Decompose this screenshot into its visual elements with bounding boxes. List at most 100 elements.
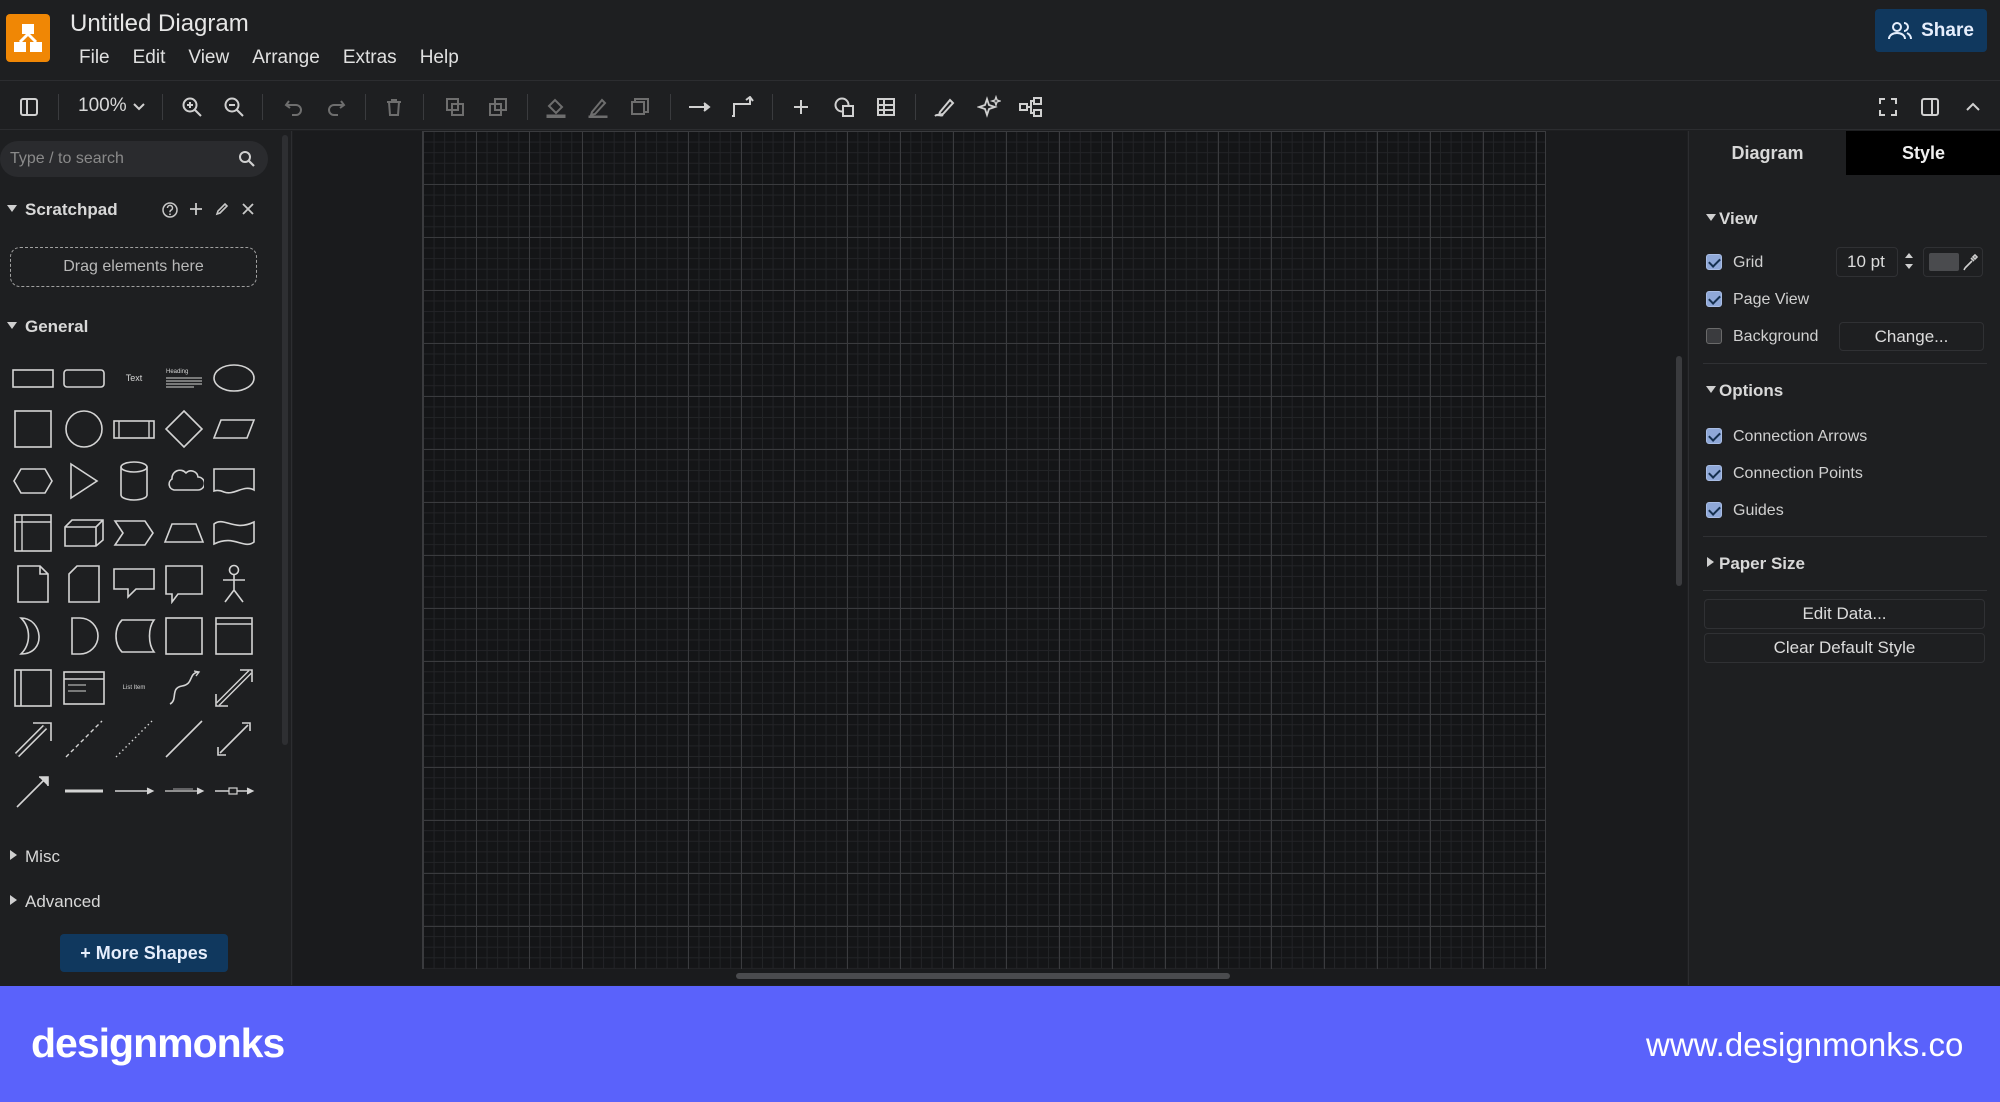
parallelogram-shape[interactable] xyxy=(210,405,258,453)
grid-size-input[interactable]: 10 pt xyxy=(1836,247,1898,277)
guides-checkbox[interactable] xyxy=(1706,502,1722,518)
search-input[interactable] xyxy=(10,149,230,169)
list-shape[interactable] xyxy=(60,664,108,712)
and-shape[interactable] xyxy=(60,612,108,660)
more-shapes-button[interactable]: + More Shapes xyxy=(60,934,228,972)
step-shape[interactable] xyxy=(110,509,158,557)
fullscreen-icon[interactable] xyxy=(1875,94,1901,120)
process-shape[interactable] xyxy=(110,405,158,453)
background-checkbox[interactable] xyxy=(1706,328,1722,344)
menu-help[interactable]: Help xyxy=(420,47,459,69)
bidirectional-arrow-shape[interactable] xyxy=(210,664,258,712)
dotted-line-shape[interactable] xyxy=(110,715,158,763)
shadow-icon[interactable] xyxy=(627,94,653,120)
diamond-shape[interactable] xyxy=(160,405,208,453)
options-section-title[interactable]: Options xyxy=(1719,381,1783,401)
collapse-triangle-icon[interactable] xyxy=(7,205,17,212)
expand-triangle-icon[interactable] xyxy=(1707,557,1714,567)
grid-checkbox[interactable] xyxy=(1706,254,1722,270)
rectangle-shape[interactable] xyxy=(9,354,57,402)
or-shape[interactable] xyxy=(9,612,57,660)
internal-storage-shape[interactable] xyxy=(9,509,57,557)
note-shape[interactable] xyxy=(9,560,57,608)
curve-shape[interactable] xyxy=(160,664,208,712)
shapes-icon[interactable] xyxy=(831,94,857,120)
menu-edit[interactable]: Edit xyxy=(133,47,166,69)
chevron-up-icon[interactable] xyxy=(1960,94,1986,120)
tab-diagram[interactable]: Diagram xyxy=(1689,131,1846,175)
expand-triangle-icon[interactable] xyxy=(10,895,17,905)
hexagon-shape[interactable] xyxy=(9,457,57,505)
document-shape[interactable] xyxy=(210,457,258,505)
swimlane-shape[interactable] xyxy=(9,664,57,712)
tab-style[interactable]: Style xyxy=(1846,131,2000,175)
connection-points-checkbox[interactable] xyxy=(1706,465,1722,481)
collapse-triangle-icon[interactable] xyxy=(1706,386,1716,393)
double-arrow-line-shape[interactable] xyxy=(210,715,258,763)
edit-pencil-icon[interactable] xyxy=(214,201,230,217)
scratchpad-dropzone[interactable]: Drag elements here xyxy=(10,247,257,287)
advanced-title[interactable]: Advanced xyxy=(25,892,101,912)
insert-icon[interactable] xyxy=(788,94,814,120)
delete-icon[interactable] xyxy=(381,94,407,120)
card-shape[interactable] xyxy=(60,560,108,608)
zoom-in-icon[interactable] xyxy=(179,94,205,120)
format-panel-toggle-icon[interactable] xyxy=(16,94,42,120)
close-icon[interactable] xyxy=(241,202,255,216)
window-shape[interactable] xyxy=(210,612,258,660)
callout-shape[interactable] xyxy=(110,560,158,608)
stepper-icon[interactable] xyxy=(1904,249,1914,273)
data-storage-shape[interactable] xyxy=(110,612,158,660)
scratchpad-title[interactable]: Scratchpad xyxy=(25,200,118,220)
vertical-scrollbar[interactable] xyxy=(1676,356,1682,586)
menu-arrange[interactable]: Arrange xyxy=(252,47,320,69)
directional-arrow-shape[interactable] xyxy=(9,767,57,815)
tape-shape[interactable] xyxy=(210,509,258,557)
diagram-canvas[interactable] xyxy=(293,131,1687,985)
actor-shape[interactable] xyxy=(210,560,258,608)
speech-callout-shape[interactable] xyxy=(160,560,208,608)
arrow-shape[interactable] xyxy=(9,715,57,763)
menu-file[interactable]: File xyxy=(79,47,110,69)
labeled-connector-shape[interactable] xyxy=(160,767,208,815)
paper-size-section-title[interactable]: Paper Size xyxy=(1719,554,1805,574)
to-back-icon[interactable] xyxy=(485,94,511,120)
chevron-down-icon[interactable] xyxy=(126,94,152,120)
circle-shape[interactable] xyxy=(60,405,108,453)
clear-default-style-button[interactable]: Clear Default Style xyxy=(1704,633,1985,663)
zoom-out-icon[interactable] xyxy=(221,94,247,120)
collapse-triangle-icon[interactable] xyxy=(7,322,17,329)
dashed-line-shape[interactable] xyxy=(60,715,108,763)
container-shape[interactable] xyxy=(160,612,208,660)
eyedropper-icon[interactable] xyxy=(1962,253,1978,271)
association-connector-shape[interactable] xyxy=(210,767,258,815)
general-title[interactable]: General xyxy=(25,317,88,337)
thick-line-shape[interactable] xyxy=(60,767,108,815)
expand-triangle-icon[interactable] xyxy=(10,850,17,860)
textbox-shape[interactable]: Heading xyxy=(160,354,208,402)
website-url[interactable]: www.designmonks.co xyxy=(1646,1026,1963,1064)
connector-arrow-shape[interactable] xyxy=(110,767,158,815)
cylinder-shape[interactable] xyxy=(110,457,158,505)
misc-title[interactable]: Misc xyxy=(25,847,60,867)
line-shape[interactable] xyxy=(160,715,208,763)
change-background-button[interactable]: Change... xyxy=(1839,322,1984,351)
list-item-shape[interactable]: List Item xyxy=(110,664,158,712)
help-icon[interactable] xyxy=(161,201,179,219)
magic-sparkle-icon[interactable] xyxy=(976,94,1002,120)
trapezoid-shape[interactable] xyxy=(160,509,208,557)
redo-icon[interactable] xyxy=(323,94,349,120)
line-color-icon[interactable] xyxy=(585,94,611,120)
connection-arrows-checkbox[interactable] xyxy=(1706,428,1722,444)
share-button[interactable]: Share xyxy=(1875,9,1987,52)
fill-color-icon[interactable] xyxy=(543,94,569,120)
diagram-page[interactable] xyxy=(422,131,1546,969)
rounded-rectangle-shape[interactable] xyxy=(60,354,108,402)
document-title[interactable]: Untitled Diagram xyxy=(70,10,249,38)
search-icon[interactable] xyxy=(238,150,256,168)
collapse-triangle-icon[interactable] xyxy=(1706,214,1716,221)
view-section-title[interactable]: View xyxy=(1719,209,1757,229)
menu-view[interactable]: View xyxy=(188,47,229,69)
text-shape[interactable]: Text xyxy=(110,354,158,402)
add-icon[interactable] xyxy=(188,201,204,217)
